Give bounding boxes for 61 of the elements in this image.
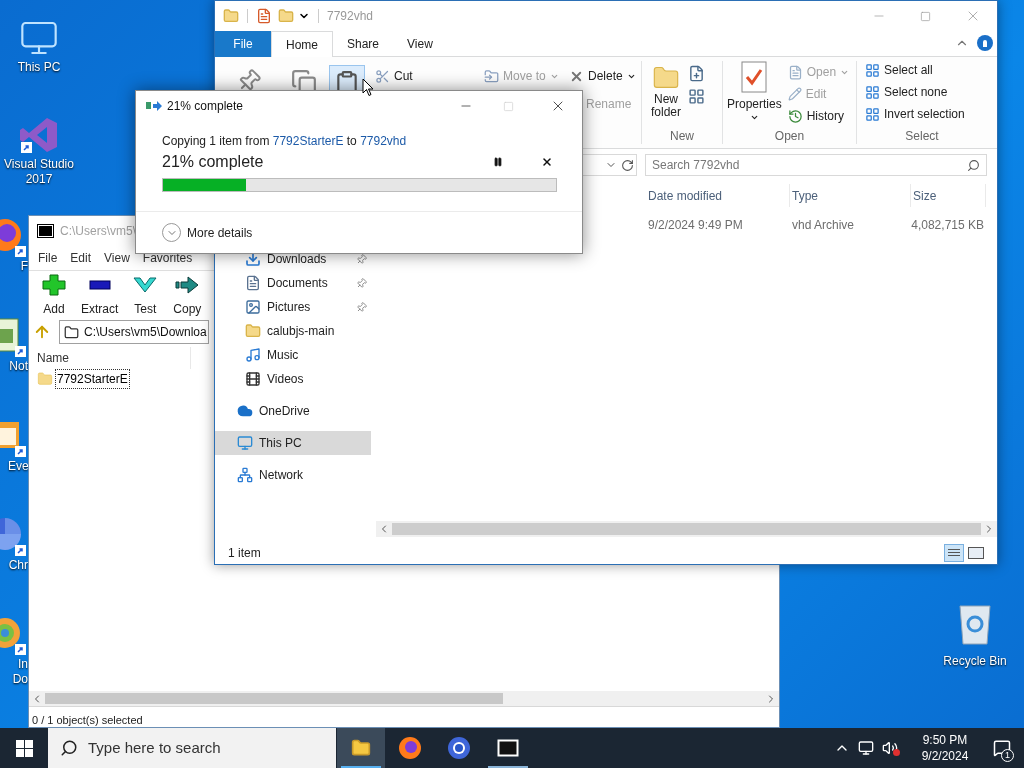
desktop-icon-label[interactable]: Chr — [8, 558, 28, 573]
ribbon-tab[interactable]: Home — [271, 31, 333, 57]
toolbar-button[interactable]: Copy — [170, 274, 205, 316]
toolbar-button[interactable]: Extract — [79, 274, 121, 316]
nav-item[interactable]: Music — [215, 343, 371, 367]
dialog-title: 21% complete — [167, 98, 245, 115]
ribbon-button[interactable]: History — [787, 105, 850, 127]
clock[interactable]: 9:50 PM 9/2/2024 — [910, 732, 980, 764]
copy-status-text: Copying 1 item from 7792StarterE to 7792vhd — [162, 133, 408, 149]
ribbon-tab[interactable]: File — [215, 31, 271, 57]
ribbon-button[interactable]: Invert selection — [865, 103, 987, 125]
path-field[interactable]: C:\Users\vm5\Downloa — [59, 320, 209, 344]
toolbar-button[interactable]: Add — [37, 274, 71, 316]
desktop-icon-label[interactable]: Eve — [8, 459, 28, 474]
destination-folder-link[interactable]: 7792vhd — [360, 134, 407, 148]
menu-item[interactable]: Edit — [70, 249, 92, 267]
desktop-icon-label[interactable]: This PC — [0, 60, 78, 75]
new-folder-button[interactable]: New folder — [648, 63, 684, 119]
nav-item[interactable]: OneDrive — [215, 399, 371, 423]
notifications-button[interactable]: 1 — [980, 728, 1024, 768]
source-folder-link[interactable]: 7792StarterE — [272, 134, 344, 148]
group-label: New — [669, 128, 695, 145]
ribbon-button[interactable]: Cut — [375, 65, 413, 87]
nav-item[interactable]: Network — [215, 463, 371, 487]
taskbar-search-field[interactable]: Type here to search — [48, 728, 336, 768]
more-details-link[interactable]: More details — [187, 223, 253, 242]
ribbon-tab[interactable]: Share — [333, 31, 394, 57]
nav-item[interactable]: Pictures — [215, 295, 371, 319]
table-cell-text: vhd Archive — [791, 217, 856, 234]
group-label: Open — [773, 128, 806, 145]
nav-item[interactable]: This PC — [215, 431, 371, 455]
nav-item[interactable]: Videos — [215, 367, 371, 391]
table-cell-text: 4,082,715 KB — [911, 217, 985, 234]
properties-button[interactable]: Properties — [727, 61, 782, 122]
ribbon-button[interactable]: Select all — [865, 59, 987, 81]
ribbon-button[interactable]: Delete — [569, 65, 636, 87]
window-title: C:\Users\vm5\ — [60, 223, 136, 240]
menu-item[interactable]: File — [38, 249, 58, 267]
column-header[interactable]: Size — [911, 184, 986, 207]
desktop-icon-label[interactable]: F — [8, 259, 28, 274]
group-label: Select — [904, 128, 940, 145]
progress-percentage: 21% complete — [162, 152, 265, 172]
list-item[interactable]: 7792StarterE — [55, 369, 130, 389]
ribbon-tab[interactable]: View — [393, 31, 447, 57]
desktop-icon-label[interactable]: In Do — [8, 657, 28, 687]
desktop-icon-label[interactable]: Recycle Bin — [943, 654, 1007, 669]
nav-item[interactable]: calubjs-main — [215, 319, 371, 343]
ribbon-button[interactable]: Select none — [865, 81, 987, 103]
column-header[interactable]: Date modified — [646, 184, 790, 207]
status-text: 1 item — [228, 544, 262, 562]
desktop-icon-label[interactable]: Visual Studio 2017 — [0, 157, 78, 187]
window-title: 7792vhd — [327, 8, 374, 25]
nav-item[interactable]: Documents — [215, 271, 371, 295]
column-header[interactable]: Type — [790, 184, 911, 207]
table-cell-text: 9/2/2024 9:49 PM — [647, 217, 744, 234]
search-field[interactable]: Search 7792vhd — [645, 154, 987, 176]
column-header[interactable]: Name — [37, 349, 69, 367]
status-text: 0 / 1 object(s) selected — [32, 714, 143, 727]
desktop-icon-label[interactable]: Not — [8, 359, 28, 374]
toolbar-button[interactable]: Test — [128, 274, 163, 316]
menu-item[interactable]: View — [104, 249, 130, 267]
